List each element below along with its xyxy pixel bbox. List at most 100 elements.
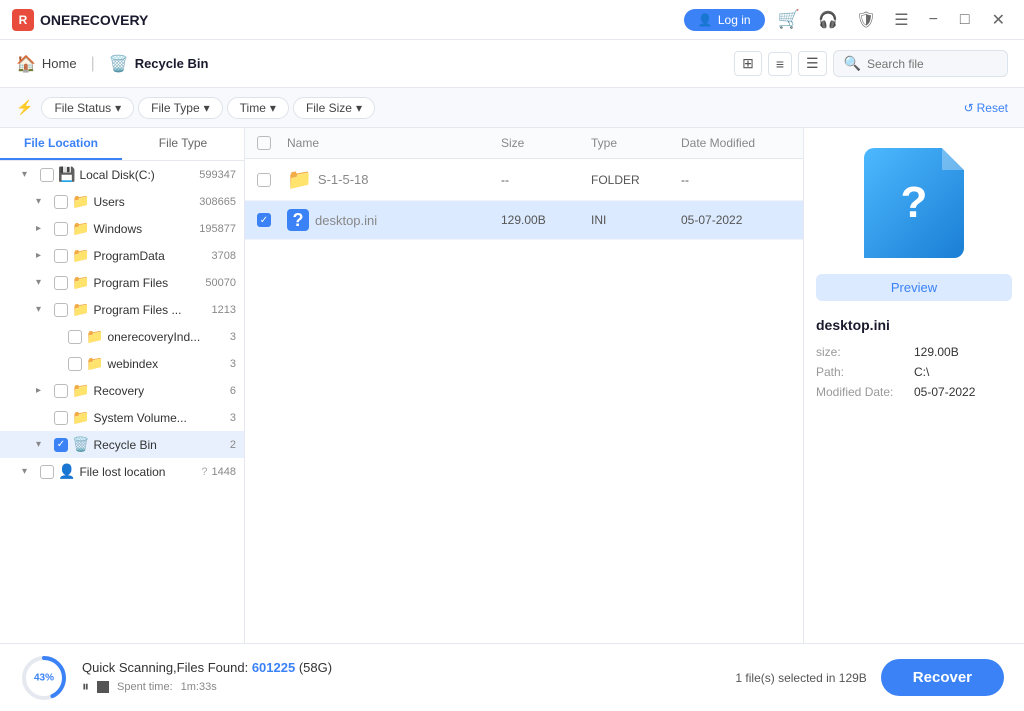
item-label-onerecovery: onerecoveryInd... [107, 330, 225, 344]
maximize-button[interactable]: □ [953, 9, 977, 31]
row-type-folder: FOLDER [591, 173, 681, 187]
preview-file-name: desktop.ini [816, 317, 890, 333]
row-type-desktop-ini: INI [591, 213, 681, 227]
checkbox-users[interactable] [54, 195, 68, 209]
menu-button[interactable]: ☰ [889, 8, 913, 32]
minimize-button[interactable]: − [922, 9, 945, 31]
meta-value-modified: 05-07-2022 [914, 385, 975, 399]
tree-item-recovery[interactable]: ▸ 📁 Recovery 6 [0, 377, 244, 404]
item-count-users: 308665 [199, 196, 236, 208]
breadcrumb-recycle-bin[interactable]: 🗑️ Recycle Bin [109, 54, 209, 74]
expand-arrow: ▸ [36, 250, 50, 261]
tree-item-local-disk[interactable]: ▾ 💾 Local Disk(C:) 599347 [0, 161, 244, 188]
detail-view-button[interactable]: ☰ [798, 51, 827, 76]
preview-button[interactable]: Preview [816, 274, 1012, 301]
tab-file-location[interactable]: File Location [0, 128, 122, 160]
checkbox-folder[interactable] [257, 173, 271, 187]
chevron-down-icon: ▾ [356, 101, 362, 115]
user-icon: 👤 [58, 463, 75, 480]
header-check[interactable] [257, 136, 287, 150]
headphone-button[interactable]: 🎧 [813, 8, 843, 32]
close-button[interactable]: ✕ [985, 8, 1012, 32]
chevron-down-icon: ▾ [270, 101, 276, 115]
item-label-system-volume: System Volume... [93, 411, 225, 425]
preview-meta-table: size: 129.00B Path: C:\ Modified Date: 0… [816, 345, 1012, 405]
tab-file-type[interactable]: File Type [122, 128, 244, 160]
folder-icon: 📁 [72, 274, 89, 291]
file-size-filter[interactable]: File Size ▾ [293, 97, 375, 119]
tree-item-recycle-bin[interactable]: ▾ ✓ 🗑️ Recycle Bin 2 [0, 431, 244, 458]
checkbox-desktop-ini[interactable]: ✓ [257, 213, 271, 227]
item-count-program-files: 50070 [205, 277, 236, 289]
checkbox-file-lost[interactable] [40, 465, 54, 479]
search-icon: 🔍 [844, 55, 861, 72]
scan-size: (58G) [299, 660, 332, 675]
select-all-checkbox[interactable] [257, 136, 271, 150]
shield-button[interactable]: 🛡 [851, 8, 881, 32]
tree-item-windows[interactable]: ▸ 📁 Windows 195877 [0, 215, 244, 242]
header-size: Size [501, 136, 591, 150]
checkbox-system-volume[interactable] [54, 411, 68, 425]
file-row-desktop-ini[interactable]: ✓ ? desktop.ini 129.00B INI 05-07-2022 [245, 201, 803, 240]
item-count-programdata: 3708 [212, 250, 236, 262]
expand-arrow: ▾ [36, 304, 50, 315]
grid-view-button[interactable]: ⊞ [734, 51, 762, 76]
search-input[interactable] [867, 57, 997, 71]
recycle-icon: 🗑️ [109, 54, 129, 74]
checkbox-program-files-x86[interactable] [54, 303, 68, 317]
file-name-folder: S-1-5-18 [318, 172, 369, 187]
header-date: Date Modified [681, 136, 791, 150]
list-view-button[interactable]: ≡ [768, 52, 792, 76]
file-type-filter[interactable]: File Type ▾ [138, 97, 223, 119]
scan-main-text: Quick Scanning,Files Found: 601225 (58G) [82, 660, 721, 675]
breadcrumb-home[interactable]: 🏠 Home [16, 54, 77, 74]
breadcrumb-bar: 🏠 Home | 🗑️ Recycle Bin ⊞ ≡ ☰ 🔍 [0, 40, 1024, 88]
tree-item-programdata[interactable]: ▸ 📁 ProgramData 3708 [0, 242, 244, 269]
login-button[interactable]: 👤 Log in [684, 9, 765, 31]
reset-button[interactable]: ↺ Reset [964, 101, 1008, 115]
sidebar-tabs: File Location File Type [0, 128, 244, 161]
meta-value-path: C:\ [914, 365, 929, 379]
checkbox-onerecovery[interactable] [68, 330, 82, 344]
checkbox-program-files[interactable] [54, 276, 68, 290]
row-check-folder[interactable] [257, 173, 287, 187]
expand-arrow: ▾ [36, 277, 50, 288]
time-filter[interactable]: Time ▾ [227, 97, 289, 119]
help-icon[interactable]: ? [201, 466, 207, 478]
pause-button[interactable]: ⏸ [82, 678, 89, 695]
tree-item-program-files[interactable]: ▾ 📁 Program Files 50070 [0, 269, 244, 296]
tree-item-onerecovery[interactable]: 📁 onerecoveryInd... 3 [0, 323, 244, 350]
checkbox-windows[interactable] [54, 222, 68, 236]
tree-item-users[interactable]: ▾ 📁 Users 308665 [0, 188, 244, 215]
file-row-folder[interactable]: 📁 S-1-5-18 -- FOLDER -- [245, 159, 803, 201]
cart-button[interactable]: 🛒 [773, 7, 805, 32]
meta-label-modified: Modified Date: [816, 385, 906, 399]
time-label: Time [240, 101, 266, 115]
item-label-recovery: Recovery [93, 384, 225, 398]
checkbox-webindex[interactable] [68, 357, 82, 371]
item-label-users: Users [93, 195, 195, 209]
filter-bar: ⚡ File Status ▾ File Type ▾ Time ▾ File … [0, 88, 1024, 128]
checkbox-programdata[interactable] [54, 249, 68, 263]
login-label: Log in [718, 13, 751, 27]
stop-button[interactable] [97, 681, 109, 693]
tree-item-webindex[interactable]: 📁 webindex 3 [0, 350, 244, 377]
expand-arrow: ▾ [22, 466, 36, 477]
item-count-program-files-x86: 1213 [212, 304, 236, 316]
row-check-desktop-ini[interactable]: ✓ [257, 213, 287, 227]
file-name-desktop-ini: desktop.ini [315, 213, 377, 228]
recover-button[interactable]: Recover [881, 659, 1004, 696]
row-name-folder: 📁 S-1-5-18 [287, 167, 501, 192]
checkbox-recovery[interactable] [54, 384, 68, 398]
filter-icon: ⚡ [16, 99, 33, 116]
meta-row-path: Path: C:\ [816, 365, 1012, 379]
item-count-windows: 195877 [199, 223, 236, 235]
expand-arrow: ▸ [36, 385, 50, 396]
checkbox-recycle-bin[interactable]: ✓ [54, 438, 68, 452]
tree-item-system-volume[interactable]: 📁 System Volume... 3 [0, 404, 244, 431]
file-status-filter[interactable]: File Status ▾ [41, 97, 134, 119]
tree-item-program-files-x86[interactable]: ▾ 📁 Program Files ... 1213 [0, 296, 244, 323]
checkbox-local-disk[interactable] [40, 168, 54, 182]
tree-item-file-lost[interactable]: ▾ 👤 File lost location ? 1448 [0, 458, 244, 485]
item-count-recovery: 6 [230, 385, 236, 397]
